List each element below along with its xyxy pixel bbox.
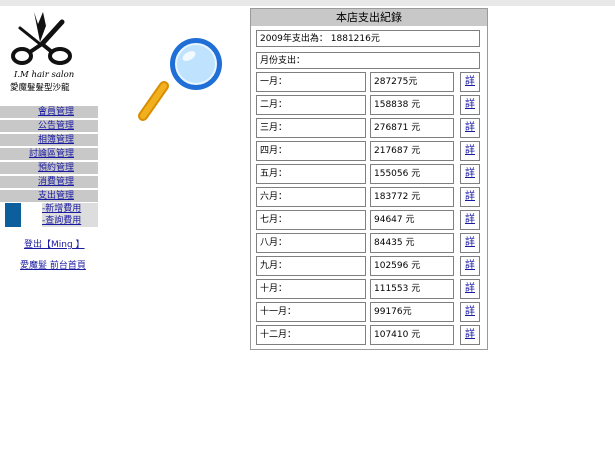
month-row: 九月： 102596 元 詳 [256,256,484,277]
top-divider [0,0,615,6]
month-label: 九月： [256,256,366,276]
year-total: 2009年支出為： 1881216元 [256,30,480,47]
month-amount: 102596 元 [370,256,454,276]
logo-subtitle: 愛魔髮髮型沙龍 [10,83,70,93]
month-amount: 107410 元 [370,325,454,345]
submenu-marker [5,215,21,227]
month-label: 四月： [256,141,366,161]
month-label: 十一月： [256,302,366,322]
month-row: 四月： 217687 元 詳 [256,141,484,162]
month-label: 五月： [256,164,366,184]
month-row: 三月： 276871 元 詳 [256,118,484,139]
month-label: 十二月： [256,325,366,345]
month-label: 八月： [256,233,366,253]
query-expense-link[interactable]: -查詢費用 [42,215,98,227]
month-amount: 84435 元 [370,233,454,253]
detail-link[interactable]: 詳 [460,279,480,299]
month-row: 八月： 84435 元 詳 [256,233,484,254]
month-row: 五月： 155056 元 詳 [256,164,484,185]
detail-link[interactable]: 詳 [460,325,480,345]
month-label: 十月： [256,279,366,299]
month-row: 十月： 111553 元 詳 [256,279,484,300]
month-amount: 276871 元 [370,118,454,138]
logo-name: I.M hair salon [14,70,75,80]
month-amount: 111553 元 [370,279,454,299]
logout-link[interactable]: 登出【Ming 】 [24,237,85,250]
month-row: 一月： 287275元 詳 [256,72,484,93]
month-row: 六月： 183772 元 詳 [256,187,484,208]
month-row: 十一月： 99176元 詳 [256,302,484,323]
expenses-submenu: -新增費用 -查詢費用 [0,203,98,227]
month-label: 六月： [256,187,366,207]
sidebar-item-expenses[interactable]: 支出管理 [0,190,98,202]
sidebar-item-announcements[interactable]: 公告管理 [0,120,98,132]
month-label: 三月： [256,118,366,138]
submenu-row-add: -新增費用 [0,203,98,215]
expense-record-panel: 本店支出紀錄 2009年支出為： 1881216元 月份支出： 一月： 2872… [250,8,488,350]
detail-link[interactable]: 詳 [460,141,480,161]
panel-title: 本店支出紀錄 [251,9,487,26]
month-amount: 94647 元 [370,210,454,230]
monthly-label: 月份支出： [256,52,480,69]
detail-link[interactable]: 詳 [460,256,480,276]
detail-link[interactable]: 詳 [460,210,480,230]
month-row: 十二月： 107410 元 詳 [256,325,484,346]
sidebar-item-albums[interactable]: 相簿管理 [0,134,98,146]
sidebar-item-reservations[interactable]: 預約管理 [0,162,98,174]
add-expense-link[interactable]: -新增費用 [42,203,98,215]
month-amount: 183772 元 [370,187,454,207]
month-amount: 99176元 [370,302,454,322]
magnifier-icon [138,36,238,125]
salon-logo: I.M hair salon 愛魔髮髮型沙龍 [6,10,86,93]
detail-link[interactable]: 詳 [460,233,480,253]
frontpage-link[interactable]: 愛魔髮 前台首頁 [20,258,86,271]
month-amount: 155056 元 [370,164,454,184]
month-amount: 287275元 [370,72,454,92]
month-row: 七月： 94647 元 詳 [256,210,484,231]
sidebar-item-forum[interactable]: 討論區管理 [0,148,98,160]
month-label: 一月： [256,72,366,92]
month-label: 二月： [256,95,366,115]
submenu-row-query: -查詢費用 [0,215,98,227]
detail-link[interactable]: 詳 [460,95,480,115]
sidebar-item-members[interactable]: 會員管理 [0,106,98,118]
month-row: 二月： 158838 元 詳 [256,95,484,116]
detail-link[interactable]: 詳 [460,118,480,138]
sidebar-item-consumption[interactable]: 消費管理 [0,176,98,188]
detail-link[interactable]: 詳 [460,187,480,207]
month-label: 七月： [256,210,366,230]
scissors-comb-icon [11,12,72,65]
detail-link[interactable]: 詳 [460,72,480,92]
submenu-marker [5,203,21,215]
month-amount: 217687 元 [370,141,454,161]
detail-link[interactable]: 詳 [460,164,480,184]
sidebar-menu: 會員管理 公告管理 相簿管理 討論區管理 預約管理 消費管理 支出管理 -新增費… [0,106,98,227]
detail-link[interactable]: 詳 [460,302,480,322]
month-amount: 158838 元 [370,95,454,115]
